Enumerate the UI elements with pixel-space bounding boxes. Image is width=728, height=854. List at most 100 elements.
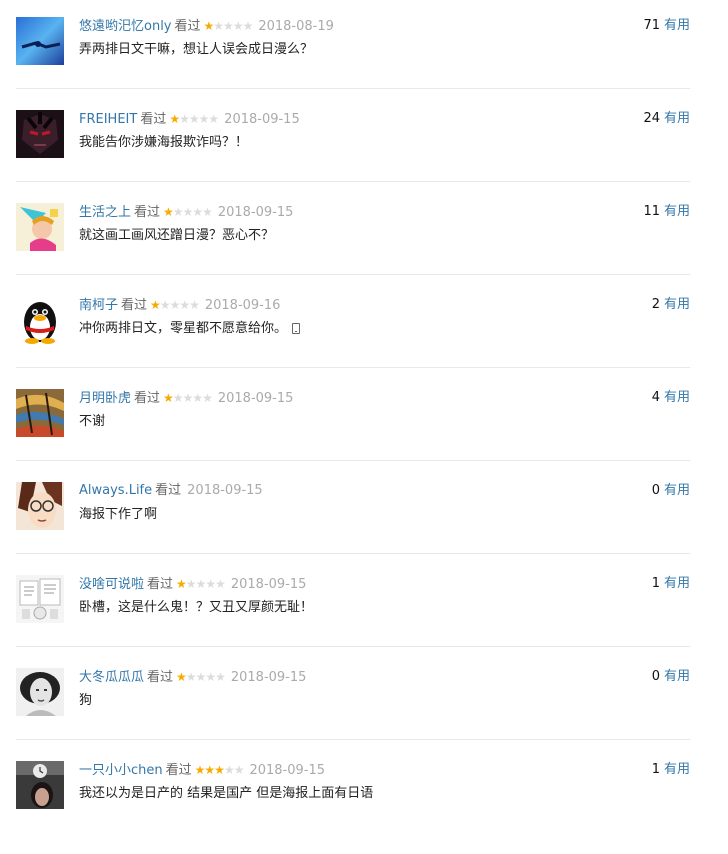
useful-button[interactable]: 有用 — [664, 576, 690, 591]
star-empty-icon: ★ — [169, 298, 181, 312]
useful-button[interactable]: 有用 — [664, 762, 690, 777]
comment-date: 2018-08-19 — [258, 19, 334, 34]
watch-status: 看过 — [155, 483, 182, 498]
star-empty-icon: ★ — [232, 19, 244, 33]
useful-button[interactable]: 有用 — [664, 204, 690, 219]
avatar[interactable] — [16, 668, 64, 716]
watch-status: 看过 — [147, 670, 174, 685]
star-empty-icon: ★ — [205, 670, 216, 684]
comment-date: 2018-09-15 — [187, 483, 263, 498]
star-empty-icon: ★ — [213, 19, 224, 33]
vote-area: 1 有用 — [652, 761, 690, 779]
comment-text: 狗 — [79, 693, 93, 708]
star-empty-icon: ★ — [192, 205, 203, 219]
username-link[interactable]: 月明卧虎 — [79, 391, 131, 406]
star-filled-icon: ★ — [163, 391, 174, 405]
avatar[interactable] — [16, 761, 64, 809]
avatar[interactable] — [16, 296, 64, 344]
star-empty-icon: ★ — [205, 577, 216, 591]
username-link[interactable]: 没啥可说啦 — [79, 577, 144, 592]
star-empty-icon: ★ — [192, 391, 203, 405]
comment-text: 海报下作了啊 — [79, 507, 158, 522]
vote-count: 0 — [651, 483, 660, 498]
star-filled-icon: ★ — [176, 670, 187, 684]
vote-area: 24 有用 — [643, 110, 690, 128]
comment-item: 月明卧虎 看过 ★★★★★ 2018-09-15 4 有用 不谢 — [16, 389, 690, 482]
star-filled-icon: ★ — [176, 577, 187, 591]
watch-status: 看过 — [121, 298, 148, 313]
comment-item: 大冬瓜瓜瓜 看过 ★★★★★ 2018-09-15 0 有用 狗 — [16, 668, 690, 761]
comment-item: Always.Life 看过 2018-09-15 0 有用 海报下作了啊 — [16, 482, 690, 575]
vote-area: 2 有用 — [652, 296, 690, 314]
comment-header: 悠遠哟汜忆only 看过 ★★★★★ 2018-08-19 — [79, 17, 334, 35]
comment-header: 一只小小chen 看过 ★★★★★ 2018-09-15 — [79, 761, 325, 779]
vote-area: 71 有用 — [643, 17, 690, 35]
username-link[interactable]: 生活之上 — [79, 205, 131, 220]
vote-count: 71 — [643, 18, 660, 33]
divider — [16, 367, 690, 368]
star-empty-icon: ★ — [223, 19, 234, 33]
comment-item: 悠遠哟汜忆only 看过 ★★★★★ 2018-08-19 71 有用 弄两排日文干嘛，… — [16, 17, 690, 110]
divider — [16, 274, 690, 275]
watch-status: 看过 — [140, 112, 167, 127]
star-empty-icon: ★ — [182, 205, 194, 219]
star-empty-icon: ★ — [182, 391, 194, 405]
comment-item: 生活之上 看过 ★★★★★ 2018-09-15 11 有用 就这画工画风还蹭日漫？恶心… — [16, 203, 690, 296]
username-link[interactable]: Always.Life — [79, 483, 152, 498]
username-link[interactable]: 南柯子 — [79, 298, 118, 313]
comment-text: 我能告你涉嫌海报欺诈吗？！ — [79, 135, 249, 150]
comment-date: 2018-09-15 — [224, 112, 300, 127]
divider — [16, 739, 690, 740]
username-link[interactable]: FREIHEIT — [79, 112, 137, 127]
star-filled-icon: ★ — [169, 112, 180, 126]
vote-area: 0 有用 — [652, 668, 690, 686]
avatar[interactable] — [16, 17, 64, 65]
comment-header: 南柯子 看过 ★★★★★ 2018-09-16 — [79, 296, 280, 314]
comment-date: 2018-09-15 — [230, 670, 307, 685]
star-empty-icon: ★ — [202, 391, 213, 405]
mobile-phone-icon — [292, 323, 301, 334]
star-empty-icon: ★ — [195, 670, 207, 684]
divider — [16, 181, 690, 182]
comment-text: 不谢 — [79, 414, 106, 429]
star-empty-icon: ★ — [195, 577, 207, 591]
avatar[interactable] — [16, 110, 64, 158]
vote-area: 0 有用 — [652, 482, 690, 500]
star-empty-icon: ★ — [185, 577, 197, 591]
watch-status: 看过 — [174, 19, 201, 34]
comment-text: 我还以为是日产的 结果是国产 但是海报上面有日语 — [79, 786, 374, 801]
rating-stars: ★★★★★ — [169, 110, 219, 128]
star-filled-icon: ★ — [150, 298, 161, 312]
comment-text: 冲你两排日文，零星都不愿意给你。 — [79, 320, 301, 338]
star-filled-icon: ★ — [163, 205, 174, 219]
watch-status: 看过 — [134, 205, 161, 220]
username-link[interactable]: 一只小小chen — [79, 763, 163, 778]
star-empty-icon: ★ — [242, 19, 254, 33]
avatar[interactable] — [16, 203, 64, 251]
useful-button[interactable]: 有用 — [664, 390, 690, 405]
comment-text: 就这画工画风还蹭日漫？恶心不？ — [79, 228, 275, 243]
star-empty-icon: ★ — [208, 112, 219, 126]
avatar[interactable] — [16, 482, 64, 530]
watch-status: 看过 — [134, 391, 161, 406]
useful-button[interactable]: 有用 — [664, 111, 690, 126]
useful-button[interactable]: 有用 — [664, 483, 690, 498]
comment-text: 卧槽，这是什么鬼！？又丑又厚颜无耻！ — [79, 600, 314, 615]
rating-stars: ★★★★★ — [150, 296, 200, 314]
useful-button[interactable]: 有用 — [664, 297, 690, 312]
username-link[interactable]: 悠遠哟汜忆only — [79, 19, 172, 34]
avatar[interactable] — [16, 575, 64, 623]
username-link[interactable]: 大冬瓜瓜瓜 — [79, 670, 144, 685]
comment-date: 2018-09-16 — [204, 298, 281, 313]
rating-stars: ★★★★★ — [163, 389, 213, 407]
star-empty-icon: ★ — [215, 577, 226, 591]
avatar[interactable] — [16, 389, 64, 437]
star-empty-icon: ★ — [223, 763, 235, 777]
useful-button[interactable]: 有用 — [664, 669, 690, 684]
vote-count: 11 — [643, 204, 660, 219]
watch-status: 看过 — [147, 577, 174, 592]
star-empty-icon: ★ — [179, 298, 190, 312]
comment-item: FREIHEIT 看过 ★★★★★ 2018-09-15 24 有用 我能告你涉嫌海报欺… — [16, 110, 690, 203]
comment-item: 没啥可说啦 看过 ★★★★★ 2018-09-15 1 有用 卧槽，这是什么鬼！？又丑又… — [16, 575, 690, 668]
useful-button[interactable]: 有用 — [664, 18, 690, 33]
